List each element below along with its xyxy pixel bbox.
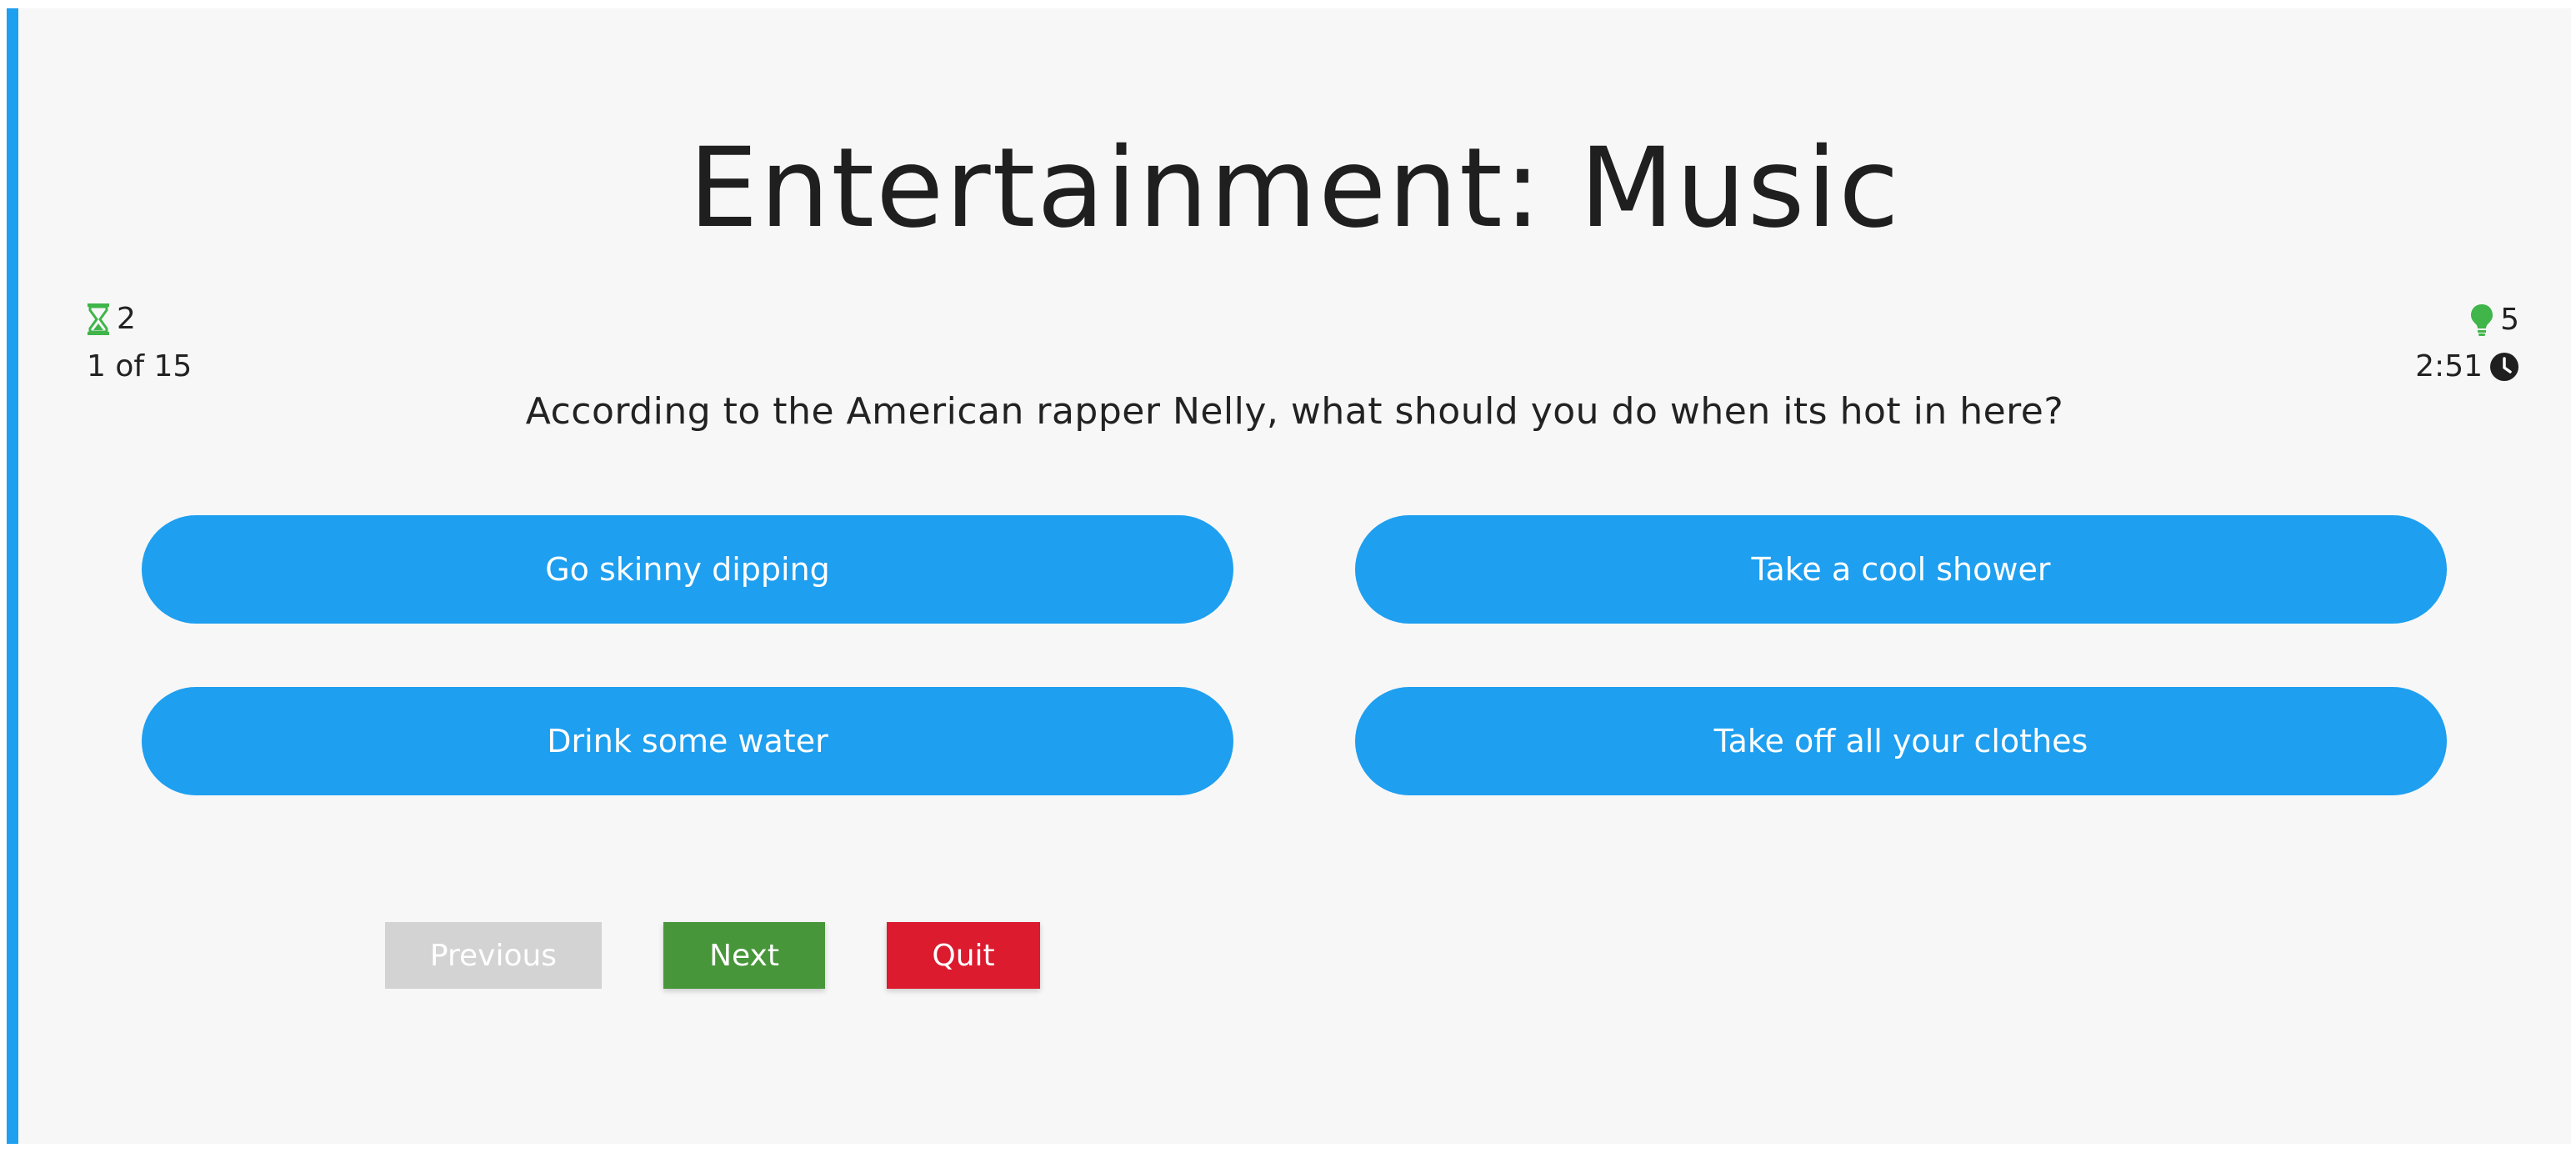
- answer-option-1[interactable]: Go skinny dipping: [142, 515, 1233, 624]
- timer-value: 2:51: [2415, 349, 2483, 383]
- clock-icon: [2483, 352, 2519, 382]
- category-title: Entertainment: Music: [688, 124, 1901, 253]
- question-counter: 1 of 15: [87, 349, 193, 383]
- quiz-card: Entertainment: Music 2 1 of 15 5 2:51 Ac…: [7, 8, 2571, 1144]
- next-button[interactable]: Next: [663, 922, 825, 989]
- answer-option-4[interactable]: Take off all your clothes: [1355, 687, 2447, 795]
- hourglass-icon: [87, 303, 117, 335]
- hints-indicator[interactable]: 2: [87, 303, 136, 335]
- fifty-fifty-count: 5: [2500, 303, 2519, 337]
- hints-count: 2: [117, 302, 136, 336]
- previous-button[interactable]: Previous: [385, 922, 602, 989]
- fifty-fifty-indicator[interactable]: 5: [2470, 303, 2519, 337]
- answer-option-2[interactable]: Take a cool shower: [1355, 515, 2447, 624]
- question-text: According to the American rapper Nelly, …: [525, 390, 2064, 433]
- lightbulb-icon: [2470, 303, 2500, 337]
- quit-button[interactable]: Quit: [887, 922, 1040, 989]
- answer-option-3[interactable]: Drink some water: [142, 687, 1233, 795]
- timer: 2:51: [2415, 352, 2519, 382]
